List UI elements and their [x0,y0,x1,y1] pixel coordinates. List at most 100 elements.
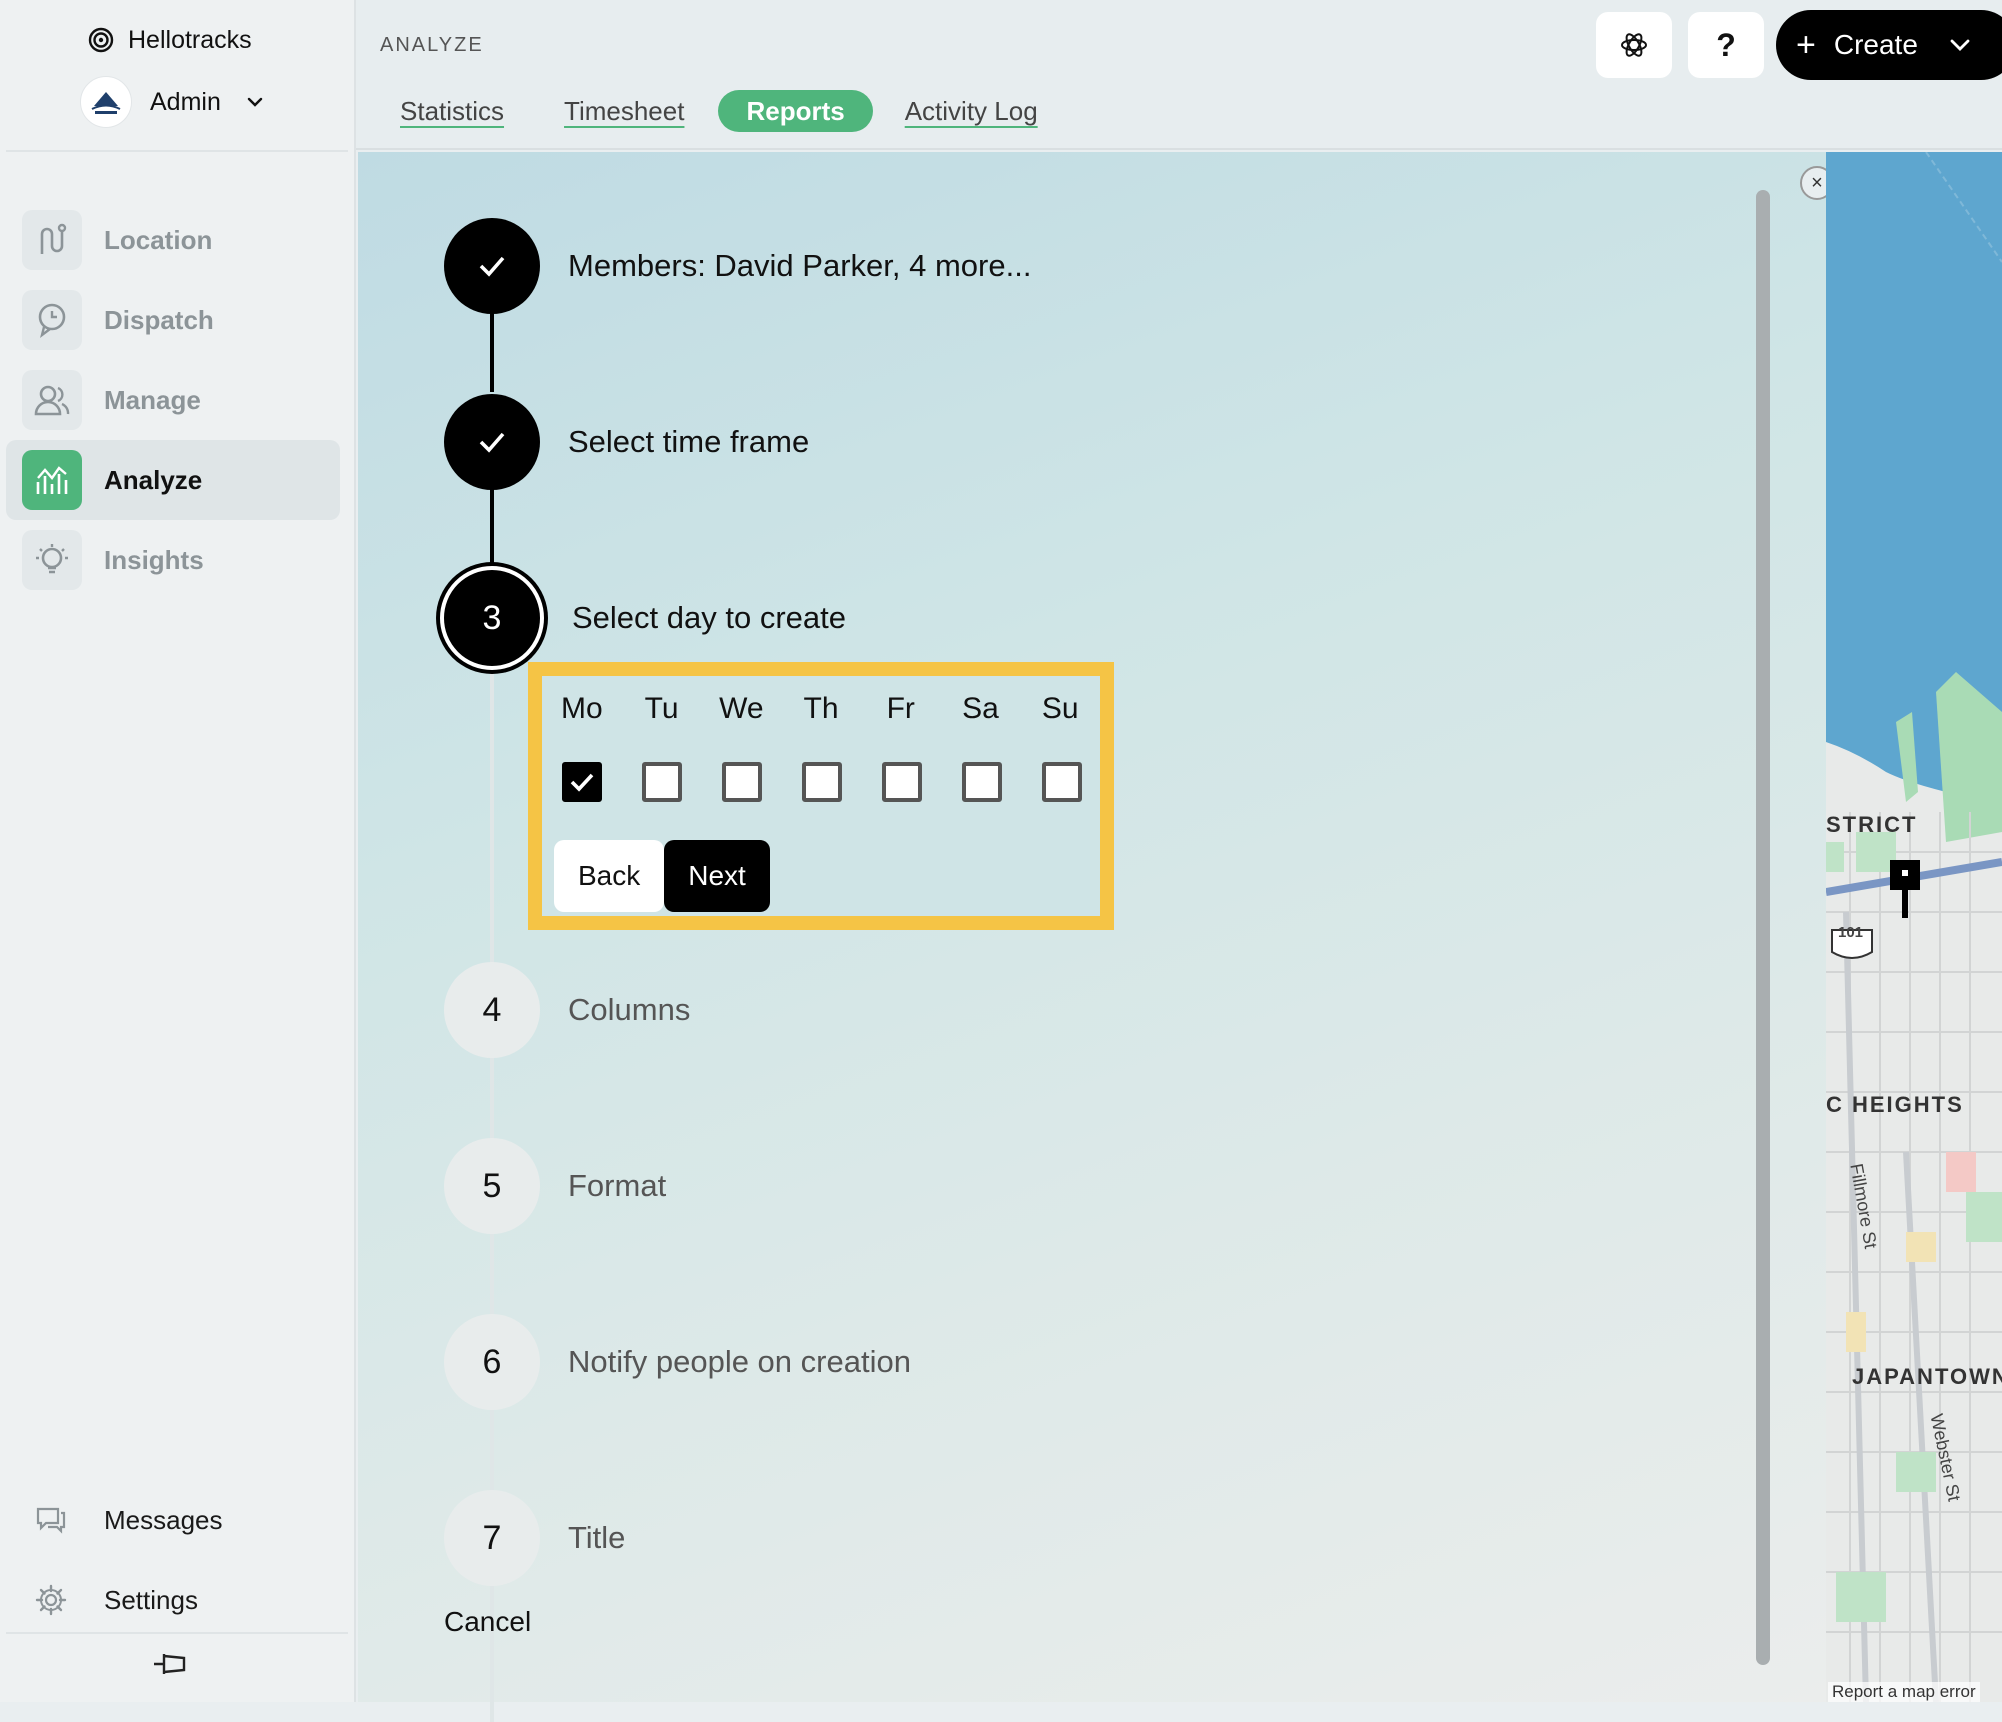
report-map-error-link[interactable]: Report a map error [1828,1682,1980,1702]
map-label: C HEIGHTS [1826,1092,1964,1117]
step-label: Select day to create [572,600,846,635]
day-header: Fr [886,692,915,725]
tab-reports[interactable]: Reports [718,90,873,132]
account-switcher[interactable]: Admin [80,74,265,130]
day-header: Sa [962,692,999,725]
wizard-step-columns[interactable]: 4 Columns [444,962,690,1058]
cancel-button[interactable]: Cancel [444,1606,531,1638]
sidebar: Hellotracks Admin Location Dispatch Mana… [0,0,356,1702]
day-header: Su [1041,692,1079,725]
route-icon [22,210,82,270]
pin-sidebar-icon[interactable] [150,1646,194,1682]
section-title: ANALYZE [380,34,484,56]
sidebar-item-label: Dispatch [104,304,214,335]
spiral-logo-icon [88,27,114,53]
step-label: Format [568,1168,667,1203]
step-number: 4 [444,962,540,1058]
map-view[interactable]: 101 STRICT C HEIGHTS JAPANTOWN Fillmore … [1826,152,2002,1702]
sidebar-item-dispatch[interactable]: Dispatch [6,280,340,360]
day-checkboxes [542,762,1102,802]
sidebar-divider [6,1632,348,1634]
wizard-step-time-frame[interactable]: Select time frame [444,394,809,490]
top-bar: ANALYZE Statistics Timesheet Reports Act… [356,0,2002,150]
step-number: 7 [444,1490,540,1586]
checkbox-wednesday[interactable] [722,762,762,802]
checkbox-thursday[interactable] [802,762,842,802]
scrollbar[interactable] [1756,190,1770,1665]
wizard-step-format[interactable]: 5 Format [444,1138,666,1234]
checkbox-friday[interactable] [882,762,922,802]
sidebar-item-insights[interactable]: Insights [6,520,340,600]
checkmark-icon [479,256,505,277]
step-label: Members: David Parker, 4 more... [568,248,1032,283]
sidebar-item-label: Location [104,224,213,255]
checkmark-icon [570,773,594,792]
chevron-down-icon[interactable] [245,92,265,112]
next-button[interactable]: Next [664,840,770,912]
create-button[interactable]: + Create [1776,10,2002,80]
avatar [80,76,132,128]
day-header: Mo [561,692,603,725]
step-number: 3 [440,566,544,670]
step-actions: Back Next [554,840,770,912]
day-header: We [719,692,764,725]
step-complete-marker [444,218,540,314]
checkbox-tuesday[interactable] [642,762,682,802]
highway-label: 101 [1838,924,1864,941]
step-complete-marker [444,394,540,490]
tab-activity-log[interactable]: Activity Log [905,90,1038,132]
map-pin-icon[interactable] [1890,860,1920,918]
day-header: Tu [644,692,679,725]
clock-bubble-icon [22,290,82,350]
day-header: Th [803,692,839,725]
wizard-step-title[interactable]: 7 Title [444,1490,625,1586]
sidebar-item-analyze[interactable]: Analyze [6,440,340,520]
report-wizard-panel: × Members: David Parker, 4 more... Selec… [358,152,1834,1722]
main-nav: Location Dispatch Manage Analyze Insight… [6,200,340,600]
ai-assistant-button[interactable] [1596,12,1672,78]
sidebar-item-location[interactable]: Location [6,200,340,280]
account-name: Admin [150,87,221,116]
checkbox-saturday[interactable] [962,762,1002,802]
tab-bar: Statistics Timesheet Reports Activity Lo… [400,90,1098,132]
wizard-step-notify[interactable]: 6 Notify people on creation [444,1314,911,1410]
back-button[interactable]: Back [554,840,665,912]
sidebar-item-settings[interactable]: Settings [28,1560,328,1640]
step-label: Notify people on creation [568,1344,911,1379]
users-icon [22,370,82,430]
checkbox-monday[interactable] [562,762,602,802]
map-label: STRICT [1826,812,1918,837]
sidebar-item-label: Insights [104,544,204,575]
step-label: Select time frame [568,424,810,459]
gear-icon [28,1577,74,1623]
step-number: 5 [444,1138,540,1234]
lightbulb-icon [22,530,82,590]
ai-knot-icon [1621,33,1647,57]
wizard-step-members[interactable]: Members: David Parker, 4 more... [444,218,1031,314]
brand-name: Hellotracks [128,25,252,54]
sidebar-bottom: Messages Settings [28,1480,328,1640]
sidebar-item-label: Analyze [104,464,203,495]
sidebar-item-label: Messages [104,1504,223,1535]
wizard-steps: Members: David Parker, 4 more... Select … [358,152,1658,1722]
checkbox-sunday[interactable] [1042,762,1082,802]
sidebar-item-label: Manage [104,384,201,415]
sidebar-item-manage[interactable]: Manage [6,360,340,440]
day-selector: Mo Tu We Th Fr Sa Su Back Next [528,662,1114,930]
wizard-step-select-day[interactable]: 3 Select day to create [440,566,846,670]
chevron-down-icon[interactable] [1948,33,1972,57]
tab-statistics[interactable]: Statistics [400,90,504,132]
chart-icon [22,450,82,510]
help-button[interactable]: ? [1688,12,1764,78]
tab-timesheet[interactable]: Timesheet [564,90,684,132]
brand[interactable]: Hellotracks [86,20,252,60]
step-number: 6 [444,1314,540,1410]
day-headers: Mo Tu We Th Fr Sa Su [542,692,1100,726]
step-label: Columns [568,992,691,1027]
map-label: JAPANTOWN [1852,1364,2002,1389]
bayview-logo-icon [91,92,121,114]
plus-icon: + [1796,26,1816,64]
sidebar-item-messages[interactable]: Messages [28,1480,328,1560]
sidebar-divider [6,150,348,152]
chat-icon [28,1497,74,1543]
